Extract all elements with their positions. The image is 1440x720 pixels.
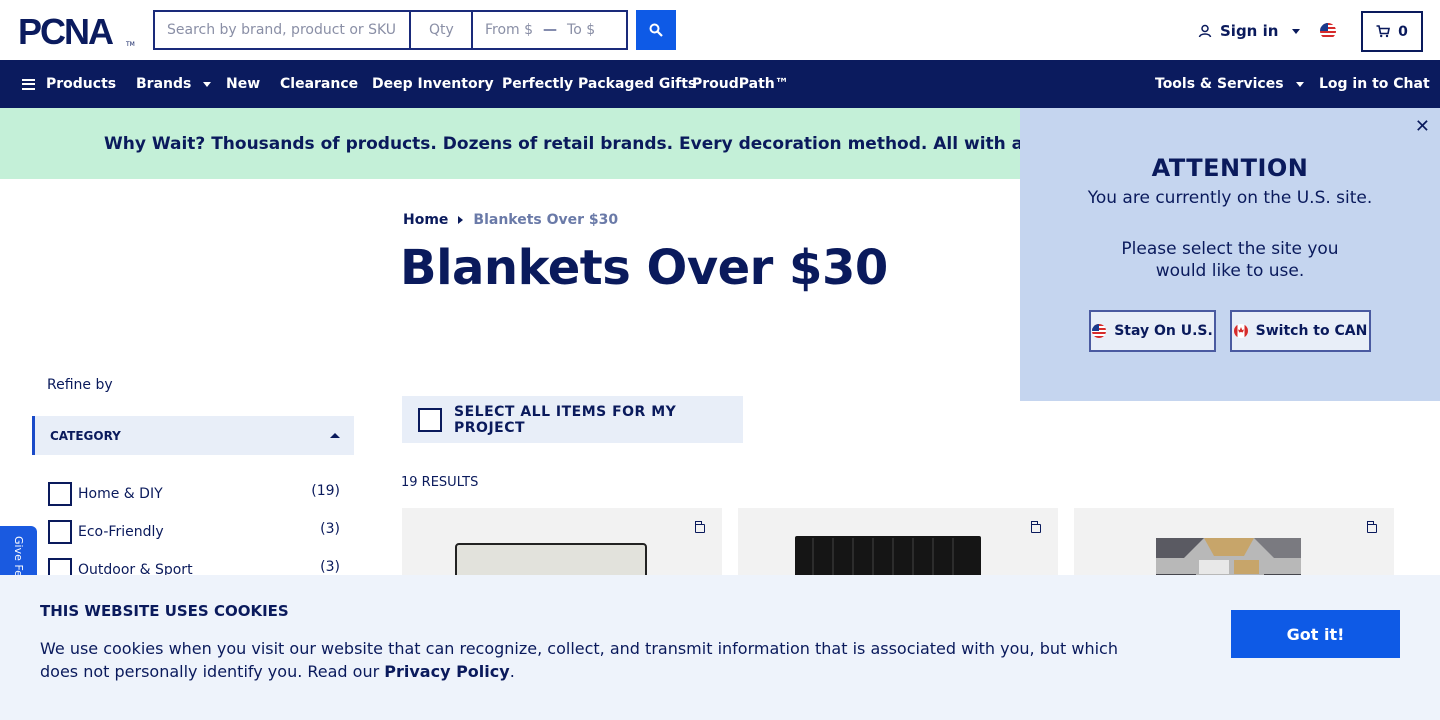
price-dash: — [543, 22, 558, 38]
cookie-text: We use cookies when you visit our websit… [40, 637, 1150, 683]
cookie-body: We use cookies when you visit our websit… [40, 639, 1118, 681]
facet-checkbox[interactable] [48, 482, 72, 506]
facet-home-diy[interactable]: Home & DIY (19) [48, 481, 340, 507]
chevron-down-icon [203, 81, 212, 87]
category-filter-header[interactable]: CATEGORY [32, 416, 354, 455]
cookie-banner: THIS WEBSITE USES COOKIES We use cookies… [0, 575, 1440, 720]
facet-count: (3) [320, 521, 340, 537]
stay-on-us-label: Stay On U.S. [1114, 323, 1213, 339]
search-button[interactable] [636, 10, 676, 50]
attention-prompt: Please select the site you would like to… [1121, 239, 1339, 281]
site-header: PCNA TM Search by brand, product or SKU … [0, 0, 1440, 60]
privacy-policy-link[interactable]: Privacy Policy [384, 662, 509, 681]
nav-brands-label: Brands [136, 76, 192, 92]
sign-in-label: Sign in [1220, 22, 1279, 40]
nav-deep-inventory[interactable]: Deep Inventory [372, 60, 494, 108]
pcna-logo[interactable]: PCNA TM [18, 14, 136, 48]
select-all-label: SELECT ALL ITEMS FOR MY PROJECT [454, 403, 677, 436]
svg-text:TM: TM [125, 41, 135, 48]
page-title: Blankets Over $30 [400, 240, 888, 296]
attention-heading: ATTENTION [1151, 154, 1309, 182]
main-nav: Products Brands New Clearance Deep Inven… [0, 60, 1440, 108]
save-to-project-icon[interactable] [694, 521, 705, 533]
facet-eco-friendly[interactable]: Eco-Friendly (3) [48, 519, 340, 545]
attention-current-site: You are currently on the U.S. site. [1087, 188, 1373, 208]
switch-to-can-button[interactable]: Switch to CAN [1230, 310, 1371, 352]
nav-products[interactable]: Products [22, 60, 116, 108]
search-form: Search by brand, product or SKU Qty From… [153, 10, 628, 50]
stay-on-us-button[interactable]: Stay On U.S. [1089, 310, 1216, 352]
search-icon [649, 23, 663, 37]
nav-brands[interactable]: Brands [136, 60, 212, 108]
price-from-input[interactable]: From $ [485, 22, 533, 38]
nav-perfectly-packaged-gifts[interactable]: Perfectly Packaged Gifts [502, 60, 696, 108]
search-input[interactable]: Search by brand, product or SKU [155, 12, 411, 48]
cart-count: 0 [1398, 23, 1408, 40]
nav-proudpath[interactable]: ProudPath™ [692, 60, 789, 108]
us-flag-icon [1092, 324, 1107, 338]
canada-flag-icon [1233, 324, 1248, 338]
chevron-down-icon [1295, 81, 1304, 87]
nav-clearance[interactable]: Clearance [280, 60, 358, 108]
save-to-project-icon[interactable] [1030, 521, 1041, 533]
breadcrumb-home[interactable]: Home [403, 212, 448, 228]
facet-count: (19) [311, 483, 340, 499]
switch-to-can-label: Switch to CAN [1255, 323, 1368, 339]
select-all-items[interactable]: SELECT ALL ITEMS FOR MY PROJECT [402, 396, 743, 443]
price-range: From $ — To $ [473, 12, 626, 48]
nav-tools-services[interactable]: Tools & Services [1155, 60, 1304, 108]
menu-icon [22, 78, 35, 90]
close-icon[interactable]: ✕ [1415, 116, 1430, 137]
facet-count: (3) [320, 559, 340, 575]
breadcrumb-current: Blankets Over $30 [473, 212, 619, 228]
cookie-accept-button[interactable]: Got it! [1231, 610, 1400, 658]
qty-input[interactable]: Qty [411, 12, 473, 48]
select-all-checkbox[interactable] [418, 407, 442, 432]
refine-by-label: Refine by [47, 377, 113, 393]
cookie-suffix: . [509, 662, 515, 681]
cookie-heading: THIS WEBSITE USES COOKIES [40, 602, 289, 620]
facet-checkbox[interactable] [48, 520, 72, 544]
us-flag-icon[interactable] [1320, 23, 1336, 39]
nav-new[interactable]: New [226, 60, 260, 108]
promo-text[interactable]: Why Wait? Thousands of products. Dozens … [104, 134, 1115, 154]
user-icon [1198, 24, 1212, 38]
category-label: CATEGORY [50, 428, 121, 443]
chevron-down-icon [1292, 28, 1301, 34]
save-to-project-icon[interactable] [1366, 521, 1377, 533]
svg-text:PCNA: PCNA [18, 14, 114, 48]
price-to-input[interactable]: To $ [567, 22, 595, 38]
nav-log-in-to-chat[interactable]: Log in to Chat [1319, 60, 1430, 108]
results-count: 19 RESULTS [401, 475, 479, 490]
nav-products-label: Products [46, 76, 117, 92]
sign-in-menu[interactable]: Sign in [1198, 20, 1301, 42]
breadcrumb: Home Blankets Over $30 [403, 212, 618, 228]
chevron-right-icon [458, 216, 464, 224]
facet-label: Eco-Friendly [78, 524, 164, 540]
nav-tools-label: Tools & Services [1155, 76, 1284, 92]
cart-button[interactable]: 0 [1361, 11, 1423, 52]
cart-icon [1376, 25, 1391, 38]
chevron-up-icon [330, 433, 340, 438]
facet-label: Home & DIY [78, 486, 163, 502]
site-selector-popup: ✕ ATTENTION You are currently on the U.S… [1020, 108, 1440, 401]
